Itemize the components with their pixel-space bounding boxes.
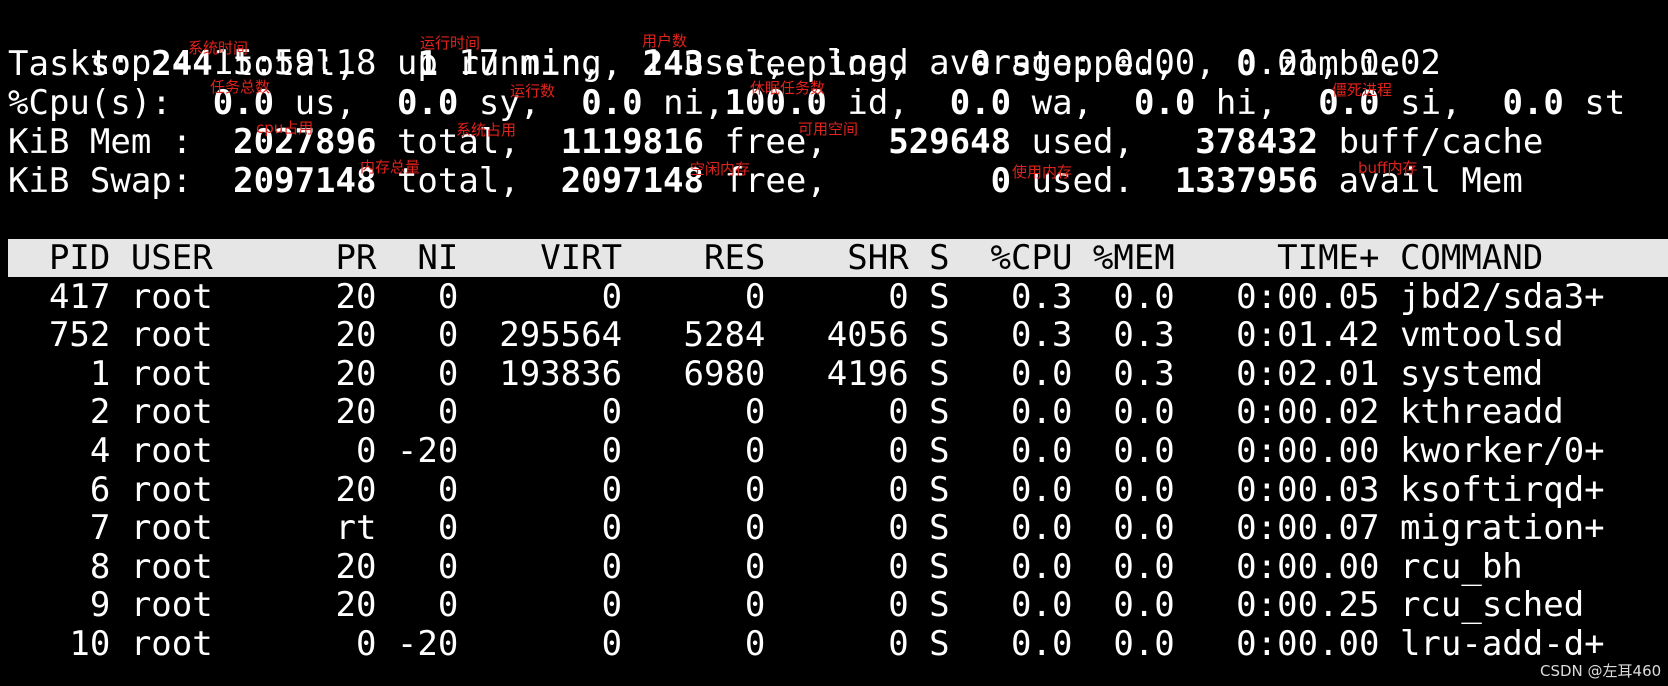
process-row: 1 root 20 0 193836 6980 4196 S 0.0 0.3 0… bbox=[8, 354, 1544, 394]
cpu-hi-value: 0.0 bbox=[1133, 83, 1196, 123]
cpu-ni-value: 0.0 bbox=[581, 83, 643, 123]
cpu-wa-label: wa, bbox=[1011, 83, 1134, 123]
watermark: CSDN @左耳460 bbox=[1540, 662, 1662, 680]
swap-free-value: 2097148 bbox=[560, 161, 704, 201]
annotation-cpu-sys: 系统占用 bbox=[456, 121, 517, 139]
cpu-id-label: id, bbox=[826, 83, 950, 123]
process-row: 417 root 20 0 0 0 0 S 0.3 0.0 0:00.05 jb… bbox=[8, 277, 1605, 317]
swap-avail-label: avail Mem bbox=[1318, 161, 1523, 201]
annotation-users: 用户数 bbox=[642, 32, 688, 50]
cpu-st-value: 0.0 bbox=[1502, 83, 1564, 123]
cpu-ni-label: ni, bbox=[642, 83, 725, 123]
terminal-screen: top - 15:59:18 up 17 min, 1 user, load a… bbox=[0, 0, 1668, 686]
tasks-sleeping-label: sleeping, bbox=[704, 44, 971, 84]
annotation-idle: 可用空间 bbox=[798, 120, 859, 138]
annotation-mem-used: 使用内存 bbox=[1012, 163, 1073, 181]
cpu-st-label: st bbox=[1563, 83, 1626, 123]
summary-swap-line: KiB Swap: 2097148 total, 2097148 free, 0… bbox=[8, 162, 1523, 200]
annotation-mem-total: 内存总量 bbox=[360, 158, 421, 176]
cpu-wa-value: 0.0 bbox=[949, 83, 1012, 123]
mem-free-value: 1119816 bbox=[560, 122, 704, 162]
swap-label: KiB Swap: bbox=[8, 161, 234, 201]
mem-label: KiB Mem : bbox=[8, 122, 234, 162]
mem-cache-value: 378432 bbox=[1195, 122, 1319, 162]
annotation-tasks-total: 任务总数 bbox=[210, 78, 271, 96]
annotation-mem-free: 空闲内存 bbox=[690, 160, 751, 178]
swap-avail-value: 1337956 bbox=[1174, 161, 1319, 201]
cpu-si-label: si, bbox=[1379, 83, 1503, 123]
summary-mem-line: KiB Mem : 2027896 total, 1119816 free, 5… bbox=[8, 123, 1543, 161]
mem-used-label: used, bbox=[1011, 122, 1196, 162]
process-row: 9 root 20 0 0 0 0 S 0.0 0.0 0:00.25 rcu_… bbox=[8, 585, 1585, 625]
cpu-sy-value: 0.0 bbox=[396, 83, 459, 123]
mem-used-value: 529648 bbox=[888, 122, 1012, 162]
mem-free-label: free, bbox=[704, 122, 889, 162]
process-row: 6 root 20 0 0 0 0 S 0.0 0.0 0:00.03 ksof… bbox=[8, 470, 1605, 510]
annotation-cpu-user: cpu占用 bbox=[256, 119, 314, 137]
annotation-run-time: 运行时间 bbox=[420, 34, 481, 52]
tasks-stopped-label: stopped, bbox=[990, 44, 1237, 84]
tasks-label: Tasks: bbox=[8, 44, 152, 84]
annotation-zombie: 僵死进程 bbox=[1332, 81, 1393, 99]
process-row: 7 root rt 0 0 0 0 S 0.0 0.0 0:00.07 migr… bbox=[8, 508, 1605, 548]
annotation-running: 运行数 bbox=[510, 82, 556, 100]
cpu-us-label: us, bbox=[274, 83, 397, 123]
tasks-sleeping-value: 243 bbox=[642, 44, 705, 84]
cpu-label: %Cpu(s): bbox=[8, 83, 213, 123]
tasks-zombie-label: zombie bbox=[1256, 44, 1401, 84]
annotation-sleeping: 休眠任务数 bbox=[750, 79, 826, 97]
process-row: 8 root 20 0 0 0 0 S 0.0 0.0 0:00.00 rcu_… bbox=[8, 547, 1523, 587]
tasks-stopped-value: 0 bbox=[970, 44, 991, 84]
mem-cache-label: buff/cache bbox=[1318, 122, 1544, 162]
process-row: 4 root 0 -20 0 0 0 S 0.0 0.0 0:00.00 kwo… bbox=[8, 431, 1605, 471]
tasks-zombie-value: 0 bbox=[1236, 44, 1257, 84]
swap-used-value: 0 bbox=[990, 161, 1012, 201]
process-row: 2 root 20 0 0 0 0 S 0.0 0.0 0:00.02 kthr… bbox=[8, 392, 1564, 432]
cpu-hi-label: hi, bbox=[1195, 83, 1319, 123]
annotation-sys-time: 系统时间 bbox=[188, 39, 249, 57]
process-table-header: PID USER PR NI VIRT RES SHR S %CPU %MEM … bbox=[8, 238, 1544, 278]
process-row: 10 root 0 -20 0 0 0 S 0.0 0.0 0:00.00 lr… bbox=[8, 624, 1605, 664]
swap-total-value: 2097148 bbox=[233, 161, 377, 201]
process-row: 752 root 20 0 295564 5284 4056 S 0.3 0.3… bbox=[8, 315, 1564, 355]
annotation-buff: buff内存 bbox=[1358, 159, 1418, 177]
